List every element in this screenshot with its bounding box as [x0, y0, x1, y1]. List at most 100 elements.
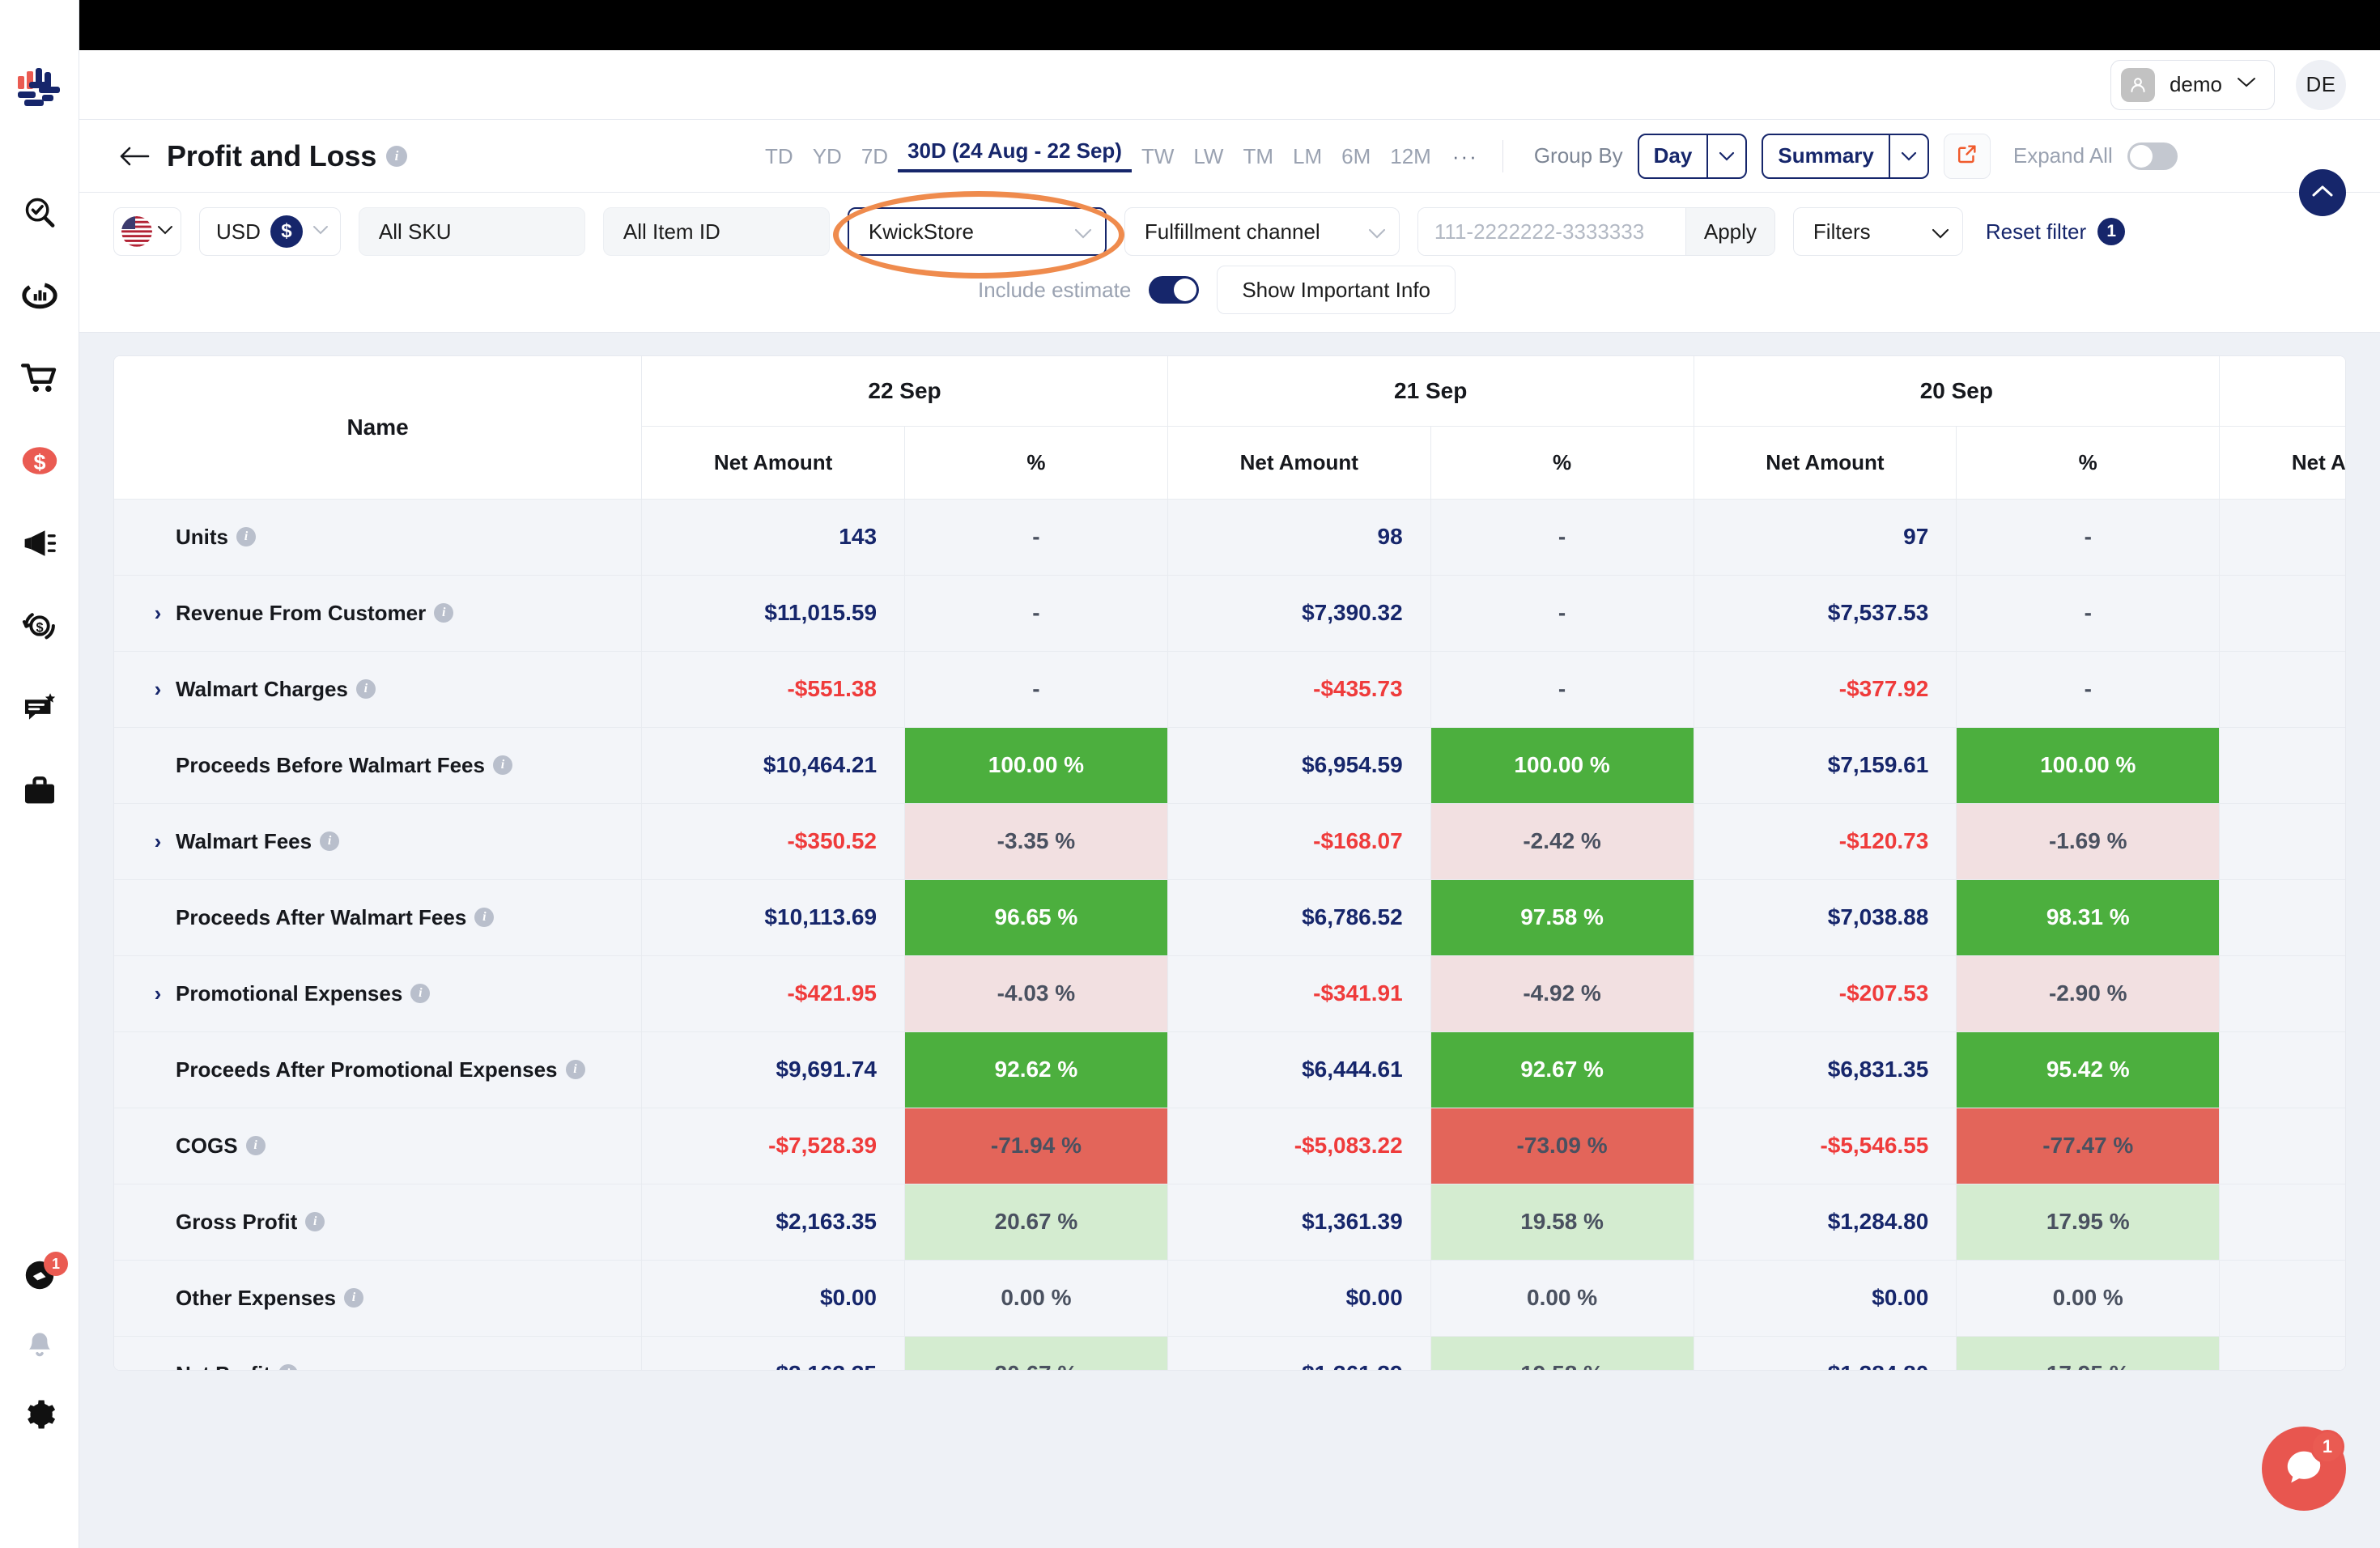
- collapse-filters-button[interactable]: [2299, 169, 2346, 216]
- row-info-icon[interactable]: i: [320, 831, 340, 851]
- row-label-cell: COGS i: [114, 1108, 643, 1184]
- group-by-select[interactable]: Day: [1637, 133, 1748, 179]
- row-expand-chevron-icon[interactable]: ›: [147, 981, 169, 1006]
- range-tab-6m[interactable]: 6M: [1332, 146, 1380, 167]
- row-expand-chevron-icon[interactable]: ›: [147, 829, 169, 854]
- percent-cell: 19.58 %: [1430, 1336, 1694, 1370]
- briefcase-icon: [21, 772, 58, 810]
- row-expand-chevron-icon[interactable]: ›: [147, 601, 169, 626]
- view-mode-select[interactable]: Summary: [1762, 133, 1929, 179]
- dollar-icon: $: [20, 441, 59, 480]
- percent-cell: 100.00 %: [1430, 727, 1694, 804]
- table-row: › Walmart Fees i -$350.52 -3.35 % -$168.07 -2.…: [114, 803, 2345, 880]
- show-important-info-button[interactable]: Show Important Info: [1217, 266, 1456, 314]
- range-tab-yd[interactable]: YD: [803, 146, 852, 167]
- row-info-icon[interactable]: i: [343, 1288, 363, 1308]
- net-amount-cell: -$435.73: [1167, 651, 1431, 728]
- sidebar-item-research[interactable]: [0, 172, 79, 254]
- row-info-icon[interactable]: i: [434, 603, 454, 623]
- pnl-table: Name 22 Sep 21 Sep 20 Sep Net Amount % N…: [114, 356, 2345, 1370]
- row-info-icon[interactable]: i: [245, 1136, 266, 1155]
- review-icon: [21, 690, 58, 727]
- marketplace-select[interactable]: [113, 207, 181, 256]
- sidebar-item-advertising[interactable]: [0, 502, 79, 585]
- order-id-input[interactable]: [1417, 208, 1685, 255]
- sidebar-item-notifications[interactable]: [21, 1328, 58, 1365]
- range-tab-7d[interactable]: 7D: [852, 146, 898, 167]
- avatar[interactable]: DE: [2296, 59, 2346, 110]
- range-tab-12m[interactable]: 12M: [1380, 146, 1441, 167]
- subheader-net-0: Net Amount: [641, 426, 906, 500]
- expand-all-toggle[interactable]: [2127, 142, 2178, 170]
- account-selector[interactable]: demo: [2110, 59, 2275, 110]
- row-info-icon[interactable]: i: [410, 984, 431, 1003]
- sidebar-item-analytics[interactable]: [0, 254, 79, 337]
- sidebar-item-reviews[interactable]: [0, 667, 79, 750]
- row-label-cell: Gross Profit i: [114, 1184, 643, 1261]
- row-label: Promotional Expenses: [176, 980, 403, 1006]
- net-amount-cell: [2219, 1260, 2345, 1337]
- row-info-icon[interactable]: i: [355, 679, 376, 699]
- sidebar-item-profit[interactable]: $: [0, 419, 79, 502]
- percent-cell: -: [1430, 575, 1694, 652]
- app-logo[interactable]: [15, 63, 65, 113]
- sidebar-item-settings[interactable]: [21, 1397, 58, 1435]
- net-amount-cell: $5,8: [2219, 727, 2345, 804]
- sidebar-item-help[interactable]: 1: [21, 1252, 68, 1295]
- row-info-icon[interactable]: i: [278, 1364, 298, 1370]
- chevron-down-icon: [1932, 219, 1949, 245]
- row-label-cell: Proceeds After Promotional Expenses i: [114, 1031, 643, 1108]
- include-estimate-toggle[interactable]: [1149, 276, 1200, 304]
- row-info-icon[interactable]: i: [492, 755, 512, 775]
- net-amount-cell: $2,163.35: [641, 1336, 906, 1370]
- net-amount-cell: -$5,546.55: [1694, 1108, 1957, 1184]
- range-tab-lw[interactable]: LW: [1184, 146, 1233, 167]
- filters-dropdown[interactable]: Filters: [1792, 207, 1963, 256]
- range-tab-tw[interactable]: TW: [1132, 146, 1184, 167]
- net-amount-cell: $5,4: [2219, 1031, 2345, 1108]
- chevron-down-icon: [1888, 134, 1927, 177]
- range-tab-more[interactable]: ···: [1441, 146, 1490, 167]
- row-info-icon[interactable]: i: [474, 908, 495, 927]
- range-tab-30d[interactable]: 30D (24 Aug - 22 Sep): [898, 140, 1132, 172]
- row-info-icon[interactable]: i: [565, 1060, 585, 1079]
- open-external-button[interactable]: [1943, 133, 1991, 179]
- sidebar-item-refunds[interactable]: $: [0, 585, 79, 667]
- row-expand-chevron-icon[interactable]: ›: [147, 677, 169, 702]
- percent-cell: -4.92 %: [1430, 955, 1694, 1032]
- apply-button[interactable]: Apply: [1685, 208, 1774, 255]
- range-tab-td[interactable]: TD: [755, 146, 803, 167]
- net-amount-cell: -$3: [2219, 651, 2345, 728]
- range-tab-lm[interactable]: LM: [1283, 146, 1332, 167]
- percent-cell: 0.00 %: [1956, 1260, 2221, 1337]
- item-id-filter[interactable]: All Item ID: [602, 207, 830, 256]
- row-info-icon[interactable]: i: [305, 1212, 325, 1231]
- subheader-net-2: Net Amount: [1694, 426, 1957, 500]
- net-amount-cell: -$341.91: [1167, 955, 1431, 1032]
- sku-filter[interactable]: All SKU: [358, 207, 585, 256]
- fulfillment-channel-select[interactable]: Fulfillment channel: [1124, 207, 1400, 256]
- page-title-info-icon[interactable]: i: [386, 145, 408, 167]
- row-info-icon[interactable]: i: [236, 527, 256, 546]
- reset-filter-count: 1: [2097, 218, 2126, 245]
- percent-cell: 97.58 %: [1430, 879, 1694, 956]
- reset-filter-button[interactable]: Reset filter 1: [1986, 218, 2126, 245]
- date-header-1: 21 Sep: [1167, 356, 1694, 427]
- percent-cell: 92.62 %: [904, 1031, 1168, 1108]
- range-tab-tm[interactable]: TM: [1233, 146, 1283, 167]
- table-row: Other Expenses i $0.00 0.00 % $0.00 0.00 % $0.…: [114, 1260, 2345, 1337]
- currency-code: USD: [216, 219, 261, 244]
- store-select[interactable]: KwickStore: [847, 207, 1107, 256]
- net-amount-cell: $7,038.88: [1694, 879, 1957, 956]
- currency-select[interactable]: USD $: [199, 207, 341, 256]
- chevron-down-icon: [1074, 219, 1092, 245]
- back-button[interactable]: [113, 135, 155, 177]
- table-row: › Promotional Expenses i -$421.95 -4.03 % -$3…: [114, 955, 2345, 1032]
- sidebar-item-business[interactable]: [0, 750, 79, 832]
- chevron-up-icon: [2311, 184, 2334, 202]
- sidebar-item-orders[interactable]: [0, 337, 79, 419]
- net-amount-cell: -$7,528.39: [641, 1108, 906, 1184]
- chat-widget-button[interactable]: 1: [2262, 1427, 2346, 1511]
- percent-cell: -71.94 %: [904, 1108, 1168, 1184]
- subheader-pct-0: %: [904, 426, 1168, 500]
